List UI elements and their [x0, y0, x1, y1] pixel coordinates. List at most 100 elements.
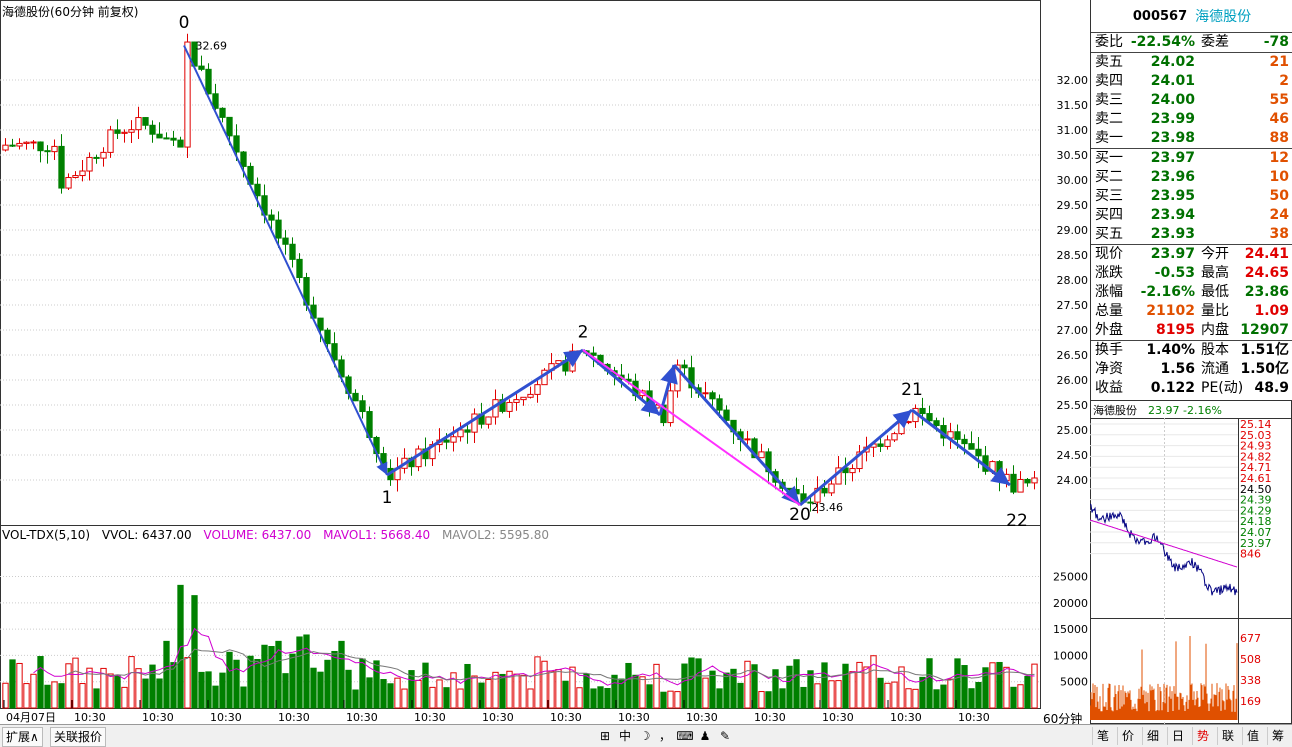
- candle-body: [359, 400, 366, 413]
- volume-bar: [1003, 666, 1010, 709]
- fund-row-0: 换手 1.40% 股本 1.51亿: [1091, 341, 1292, 360]
- row-label-2: 内盘: [1201, 322, 1229, 338]
- bottom-tab-0[interactable]: 扩展∧: [2, 727, 43, 747]
- side-tab-6[interactable]: 值: [1242, 727, 1263, 745]
- row-value-2: 23.86: [1244, 284, 1289, 300]
- moon-icon[interactable]: ☽: [636, 727, 654, 745]
- stat-row-3: 总量 21102 量比 1.09: [1091, 302, 1292, 321]
- chinese-input-icon[interactable]: 中: [616, 727, 634, 745]
- row-label-2: [1201, 149, 1235, 168]
- row-label-2: [1201, 187, 1235, 206]
- candle-body: [877, 443, 884, 447]
- volume-bar: [492, 671, 499, 709]
- row-label-2: 股本: [1201, 342, 1229, 358]
- wave-line: [386, 348, 584, 477]
- wave-label: 2: [578, 323, 589, 343]
- x-tick-label: 10:30: [618, 711, 650, 724]
- side-tab-2[interactable]: 细: [1142, 727, 1163, 745]
- side-tab-0[interactable]: 笔: [1092, 727, 1113, 745]
- candle-body: [653, 404, 660, 409]
- volume-bar: [429, 686, 436, 709]
- sell-row-3: 卖二 23.99 46: [1091, 110, 1292, 129]
- volume-bar: [261, 644, 268, 709]
- kline-chart[interactable]: 0 32.69 1 2 20 23.46 21 22 32.00 31.50 31.00 30.50…: [0, 0, 1090, 724]
- price-tick-label: 31.50: [1057, 99, 1089, 112]
- volume-bar: [310, 667, 317, 709]
- candle-body: [240, 151, 247, 167]
- x-tick-label: 10:30: [958, 711, 990, 724]
- candle-body: [828, 483, 835, 494]
- volume-bar: [961, 665, 968, 709]
- volume-bar: [331, 650, 338, 709]
- row-label: 收益(一): [1095, 380, 1123, 415]
- volume-bar: [30, 673, 37, 709]
- stat-row-4: 外盘 8195 内盘 12907: [1091, 321, 1292, 340]
- price-tick-label: 31.00: [1057, 124, 1089, 137]
- volume-bar: [856, 661, 863, 709]
- bottom-tab-1[interactable]: 关联报价: [50, 727, 107, 747]
- row-label-2: [1201, 168, 1235, 187]
- volume-bar: [471, 675, 478, 709]
- weicha-value: -78: [1263, 34, 1289, 50]
- mini-intraday-chart[interactable]: 海德股份 23.97 -2.16%25.1425.0324.9324.8224.7…: [1090, 400, 1292, 724]
- candle-body: [527, 393, 534, 398]
- row-value-2: 2: [1279, 73, 1289, 89]
- row-label-2: [1201, 206, 1235, 225]
- price-tick-label: 27.50: [1057, 299, 1089, 312]
- wave-line: [672, 363, 802, 507]
- mini-vol-label: 169: [1240, 695, 1261, 708]
- wave-line: [911, 408, 1011, 487]
- layout-icon[interactable]: ⊞: [596, 727, 614, 745]
- candle-body: [975, 448, 982, 457]
- volume-bar: [345, 669, 352, 709]
- side-tab-3[interactable]: 日: [1167, 727, 1188, 745]
- annotations: 0 32.69 1 2 20 23.46 21 22: [179, 13, 1028, 531]
- comma-icon[interactable]: ，: [656, 727, 674, 745]
- candle-body: [86, 156, 93, 172]
- candle-body: [79, 170, 86, 177]
- volume-bar: [387, 683, 394, 709]
- candle-body: [849, 468, 856, 474]
- side-tab-1[interactable]: 价: [1117, 727, 1138, 745]
- side-tab-5[interactable]: 联: [1217, 727, 1238, 745]
- candle-body: [485, 416, 492, 425]
- fund-row-2: 收益(一) 0.122 PE(动) 48.9: [1091, 379, 1292, 415]
- price-tick-label: 28.00: [1057, 274, 1089, 287]
- x-tick-label: 10:30: [278, 711, 310, 724]
- volume-bar: [394, 677, 401, 709]
- volume-bar: [702, 677, 709, 709]
- row-label: 现价: [1095, 246, 1123, 262]
- price-tick-label: 29.50: [1057, 199, 1089, 212]
- volume-bar: [688, 657, 695, 709]
- row-label: 外盘: [1095, 322, 1123, 338]
- candle-body: [177, 139, 184, 148]
- volume-bar: [352, 689, 359, 709]
- quote-stats: 现价 23.97 今开 24.41 涨跌 -0.53 最高 24.65 涨幅 -2.16% 最低 23…: [1091, 245, 1292, 341]
- keyboard-icon[interactable]: ⌨: [676, 727, 694, 745]
- volume-bar: [569, 666, 576, 709]
- wave-label: 21: [901, 380, 923, 400]
- volume-bar: [933, 689, 940, 709]
- stock-name[interactable]: 海德股份: [1195, 6, 1251, 26]
- volume-bar: [765, 691, 772, 709]
- candle-body: [149, 124, 156, 135]
- volume-bar: [905, 688, 912, 709]
- volume-bar: [744, 660, 751, 709]
- side-tab-7[interactable]: 筹: [1267, 727, 1288, 745]
- volume-bar: [660, 691, 667, 709]
- volume-bar: [107, 673, 114, 709]
- wrench-icon[interactable]: ✎: [716, 727, 734, 745]
- row-label: 买四: [1095, 207, 1123, 223]
- candle-body: [506, 401, 513, 412]
- row-label-2: [1201, 225, 1235, 244]
- row-value: 23.97: [1150, 150, 1195, 166]
- vol-tick-label: 5000: [1060, 676, 1088, 689]
- x-tick-label: 10:30: [210, 711, 242, 724]
- row-value: 23.95: [1150, 188, 1195, 204]
- side-tab-4[interactable]: 势: [1192, 727, 1213, 745]
- volume-bar: [947, 678, 954, 709]
- row-value-2: 24.41: [1244, 246, 1289, 262]
- user-icon[interactable]: ♟: [696, 727, 714, 745]
- volume-bar: [128, 656, 135, 709]
- candle-body: [891, 433, 898, 441]
